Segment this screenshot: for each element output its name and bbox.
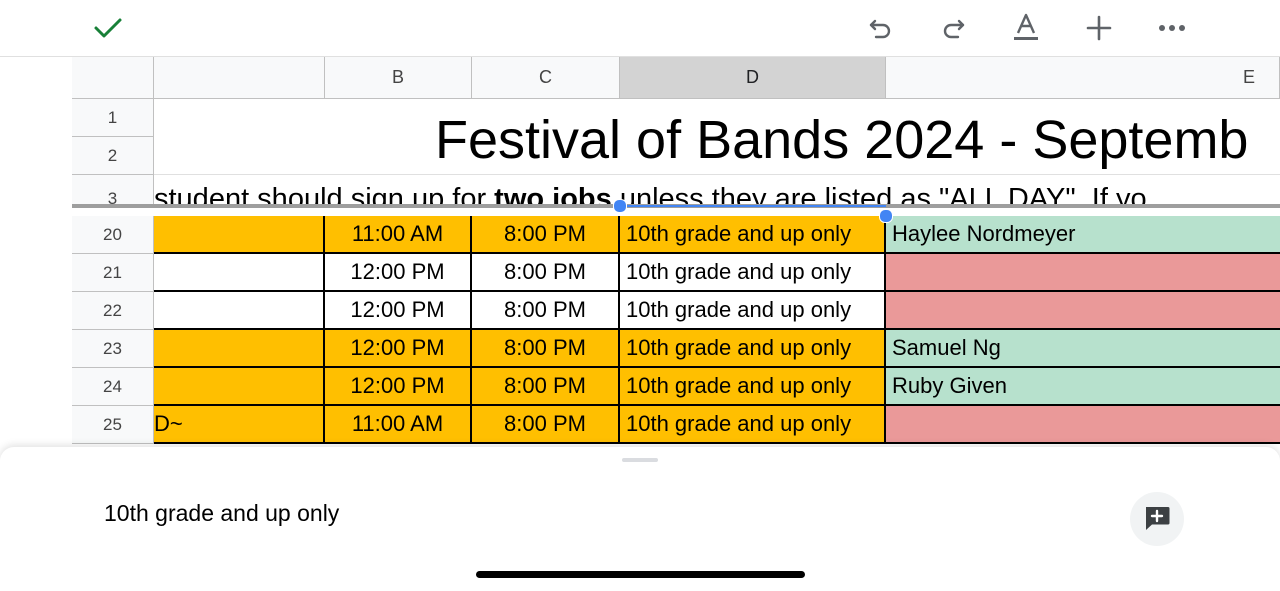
selection-range-top — [620, 205, 886, 207]
cell-c25[interactable]: 8:00 PM — [472, 406, 620, 444]
cell-a24[interactable] — [154, 368, 325, 406]
undo-icon[interactable] — [861, 8, 901, 48]
cell-b23[interactable]: 12:00 PM — [325, 330, 472, 368]
instruction-cell[interactable]: student should sign up for two jobs unle… — [154, 175, 1280, 205]
instruction-text-bold: two jobs — [494, 183, 612, 205]
column-header-a[interactable] — [154, 57, 325, 99]
row-header-24[interactable]: 24 — [72, 368, 154, 406]
instruction-text-part2: unless they are listed as "ALL DAY". If … — [611, 183, 1147, 205]
cell-value-display[interactable]: 10th grade and up only — [104, 500, 339, 527]
cell-d25[interactable]: 10th grade and up only — [620, 406, 886, 444]
top-toolbar — [0, 0, 1280, 57]
cell-b24[interactable]: 12:00 PM — [325, 368, 472, 406]
cell-b22[interactable]: 12:00 PM — [325, 292, 472, 330]
cell-c21[interactable]: 8:00 PM — [472, 254, 620, 292]
home-indicator — [476, 571, 805, 578]
cell-d23[interactable]: 10th grade and up only — [620, 330, 886, 368]
drag-handle[interactable] — [622, 458, 658, 462]
row-header-21[interactable]: 21 — [72, 254, 154, 292]
redo-icon[interactable] — [933, 8, 973, 48]
row-header-1[interactable]: 1 — [72, 99, 154, 137]
cell-c24[interactable]: 8:00 PM — [472, 368, 620, 406]
column-header-e-label: E — [1242, 67, 1255, 87]
text-format-icon[interactable] — [1006, 8, 1046, 48]
column-header-d[interactable]: D — [620, 57, 886, 99]
cell-e24[interactable]: Ruby Given — [886, 368, 1280, 406]
row-header-3-label: 3 — [107, 189, 118, 205]
cell-a21[interactable] — [154, 254, 325, 292]
cell-e23[interactable]: Samuel Ng — [886, 330, 1280, 368]
cell-e22[interactable] — [886, 292, 1280, 330]
cell-d21[interactable]: 10th grade and up only — [620, 254, 886, 292]
cell-d24[interactable]: 10th grade and up only — [620, 368, 886, 406]
cell-b25[interactable]: 11:00 AM — [325, 406, 472, 444]
add-comment-icon — [1142, 502, 1172, 537]
cell-a22[interactable] — [154, 292, 325, 330]
add-icon[interactable] — [1079, 8, 1119, 48]
cell-a20[interactable] — [154, 216, 325, 254]
cell-a25[interactable]: D~ — [154, 406, 325, 444]
column-header-e[interactable]: E — [886, 57, 1280, 99]
cell-c23[interactable]: 8:00 PM — [472, 330, 620, 368]
instruction-text-part1: student should sign up for — [154, 183, 495, 205]
spreadsheet-grid: B C D E 1 2 3 Festival of Bands 2024 - S… — [0, 57, 1280, 447]
more-icon[interactable] — [1152, 8, 1192, 48]
row-header-3[interactable]: 3 — [72, 175, 154, 205]
cell-d22[interactable]: 10th grade and up only — [620, 292, 886, 330]
add-comment-button[interactable] — [1130, 492, 1184, 546]
instruction-text: student should sign up for two jobs unle… — [154, 183, 1147, 205]
cell-a23[interactable] — [154, 330, 325, 368]
cell-c20[interactable]: 8:00 PM — [472, 216, 620, 254]
sheet-title[interactable]: Festival of Bands 2024 - Septemb — [154, 99, 1280, 175]
column-header-c[interactable]: C — [472, 57, 620, 99]
row-header-22[interactable]: 22 — [72, 292, 154, 330]
row-header-23[interactable]: 23 — [72, 330, 154, 368]
cell-e20[interactable]: Haylee Nordmeyer — [886, 216, 1280, 254]
cell-c22[interactable]: 8:00 PM — [472, 292, 620, 330]
cell-b20[interactable]: 11:00 AM — [325, 216, 472, 254]
checkmark-icon[interactable] — [88, 8, 128, 48]
row-header-25[interactable]: 25 — [72, 406, 154, 444]
cell-e25[interactable] — [886, 406, 1280, 444]
cell-d20[interactable]: 10th grade and up only — [620, 216, 886, 254]
row-header-2[interactable]: 2 — [72, 137, 154, 175]
cell-editor-sheet: 10th grade and up only — [0, 447, 1280, 591]
column-header-b[interactable]: B — [325, 57, 472, 99]
selection-handle-right[interactable] — [879, 209, 893, 223]
cell-e21[interactable] — [886, 254, 1280, 292]
row-header-20[interactable]: 20 — [72, 216, 154, 254]
sheet-title-text: Festival of Bands 2024 - Septemb — [435, 110, 1249, 170]
corner-header[interactable] — [72, 57, 154, 99]
cell-b21[interactable]: 12:00 PM — [325, 254, 472, 292]
selection-handle-left[interactable] — [613, 199, 627, 213]
